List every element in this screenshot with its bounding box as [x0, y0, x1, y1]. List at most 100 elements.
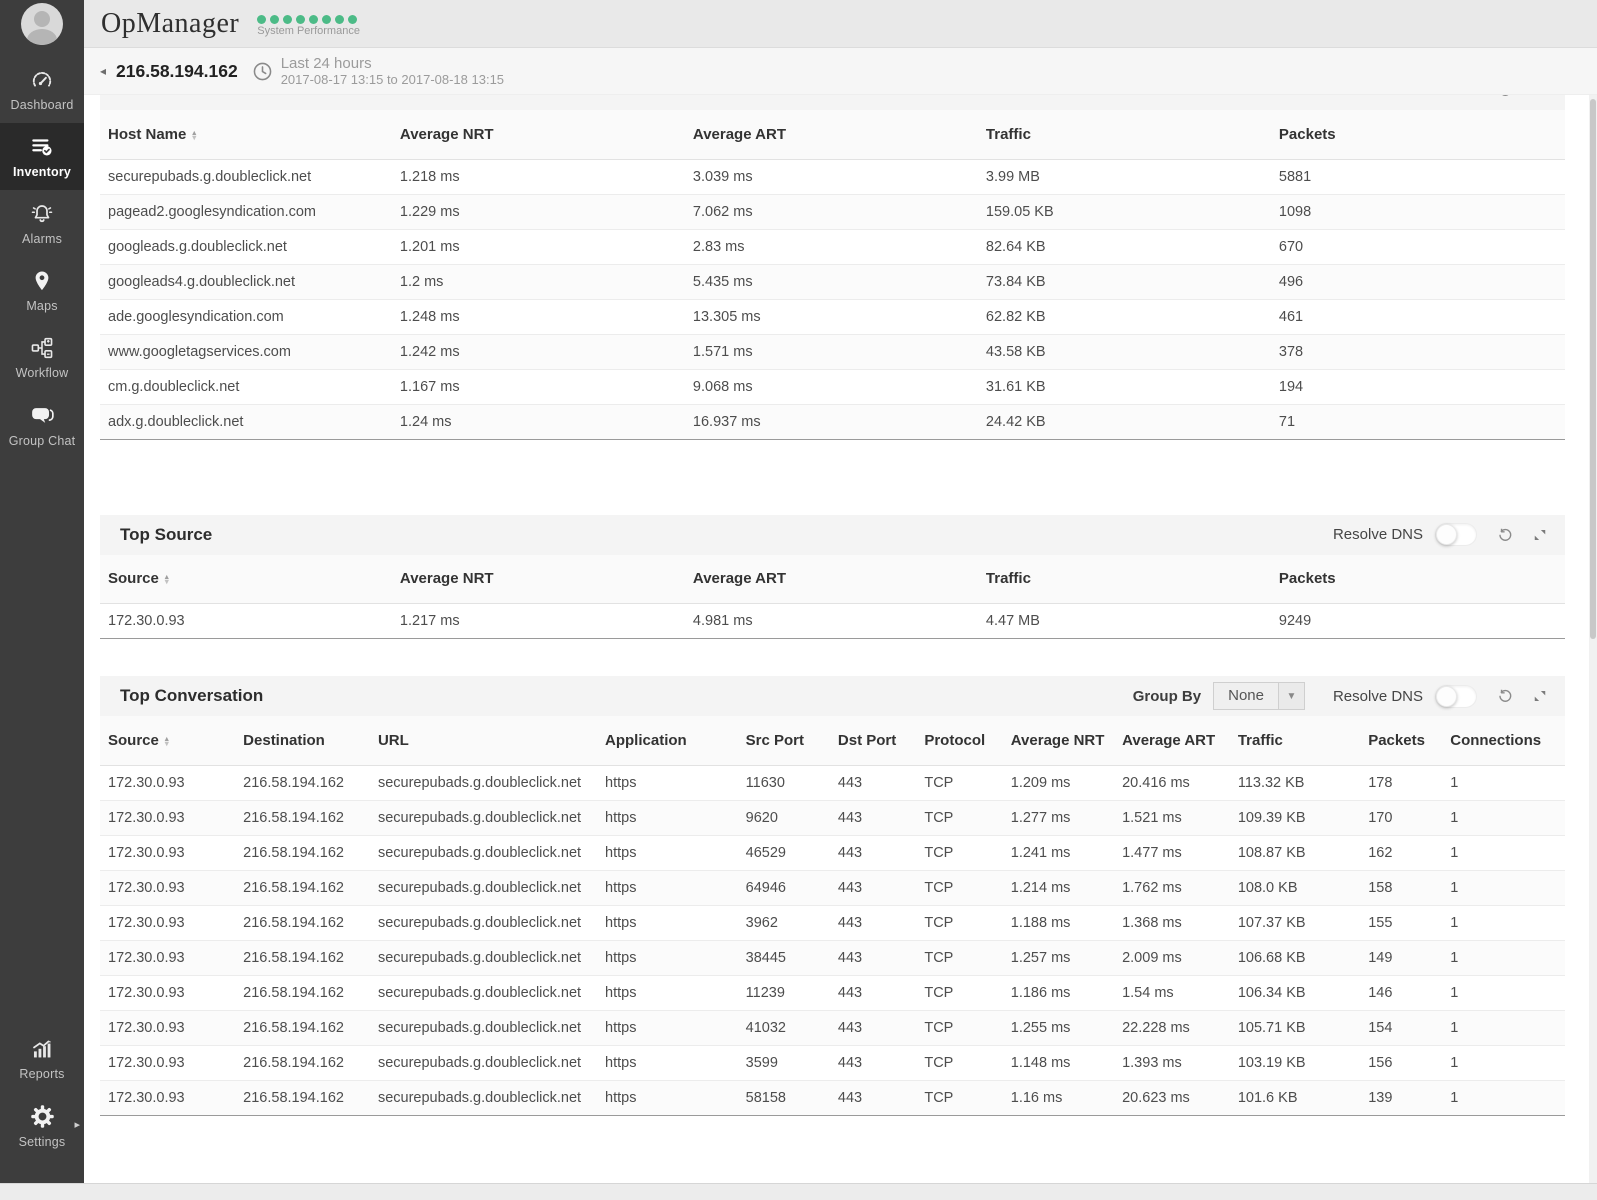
refresh-icon[interactable]	[1497, 527, 1513, 543]
table-cell: securepubads.g.doubleclick.net	[374, 765, 601, 800]
clock-icon[interactable]	[252, 61, 273, 82]
horizontal-scrollbar[interactable]	[0, 1183, 1597, 1200]
table-row[interactable]: 172.30.0.93216.58.194.162securepubads.g.…	[100, 800, 1565, 835]
table-cell: 156	[1364, 1045, 1446, 1080]
sidebar-item-label: Maps	[26, 299, 57, 313]
table-cell: securepubads.g.doubleclick.net	[100, 159, 396, 194]
table-row[interactable]: 172.30.0.93216.58.194.162securepubads.g.…	[100, 870, 1565, 905]
table-row[interactable]: pagead2.googlesyndication.com1.229 ms7.0…	[100, 194, 1565, 229]
column-header[interactable]: Src Port	[742, 716, 834, 765]
back-arrow-icon[interactable]: ◂	[100, 64, 106, 78]
settings-gear-icon	[29, 1103, 56, 1130]
column-header[interactable]: Dst Port	[834, 716, 920, 765]
table-cell: 58158	[742, 1080, 834, 1115]
table-row[interactable]: 172.30.0.93216.58.194.162securepubads.g.…	[100, 975, 1565, 1010]
sidebar-item-label: Inventory	[13, 165, 71, 179]
column-header[interactable]: Source▴▾	[100, 555, 396, 604]
sidebar-item-maps[interactable]: Maps	[0, 257, 84, 324]
table-cell: 1	[1446, 835, 1565, 870]
expand-icon[interactable]	[1533, 689, 1547, 703]
table-cell: 1.217 ms	[396, 604, 689, 639]
column-header[interactable]: Traffic	[1234, 716, 1364, 765]
table-cell: 1.209 ms	[1007, 765, 1118, 800]
table-row[interactable]: cm.g.doubleclick.net1.167 ms9.068 ms31.6…	[100, 369, 1565, 404]
table-row[interactable]: 172.30.0.93216.58.194.162securepubads.g.…	[100, 1080, 1565, 1115]
sidebar-expand-arrow-icon[interactable]: ▸	[74, 1118, 80, 1131]
table-row[interactable]: 172.30.0.93216.58.194.162securepubads.g.…	[100, 1010, 1565, 1045]
status-dot-icon	[322, 15, 331, 24]
table-cell: 1.241 ms	[1007, 835, 1118, 870]
table-row[interactable]: ade.googlesyndication.com1.248 ms13.305 …	[100, 299, 1565, 334]
table-row[interactable]: 172.30.0.931.217 ms4.981 ms4.47 MB9249	[100, 604, 1565, 639]
table-cell: TCP	[920, 800, 1006, 835]
table-cell: TCP	[920, 940, 1006, 975]
sidebar-item-alarms[interactable]: Alarms	[0, 190, 84, 257]
column-header[interactable]: Average NRT	[396, 110, 689, 159]
table-row[interactable]: adx.g.doubleclick.net1.24 ms16.937 ms24.…	[100, 404, 1565, 439]
table-cell: 216.58.194.162	[239, 905, 374, 940]
table-cell: 5881	[1275, 159, 1565, 194]
status-dot-icon	[283, 15, 292, 24]
sort-arrows-icon: ▴▾	[192, 130, 196, 140]
resolve-dns-toggle[interactable]	[1435, 523, 1477, 546]
table-cell: googleads4.g.doubleclick.net	[100, 264, 396, 299]
table-row[interactable]: googleads.g.doubleclick.net1.201 ms2.83 …	[100, 229, 1565, 264]
column-header[interactable]: Traffic	[982, 110, 1275, 159]
table-row[interactable]: 172.30.0.93216.58.194.162securepubads.g.…	[100, 940, 1565, 975]
column-header[interactable]: Average ART	[1118, 716, 1234, 765]
table-cell: adx.g.doubleclick.net	[100, 404, 396, 439]
time-range-label[interactable]: Last 24 hours	[281, 55, 504, 72]
column-header[interactable]: Average NRT	[396, 555, 689, 604]
column-header[interactable]: Application	[601, 716, 742, 765]
table-cell: 38445	[742, 940, 834, 975]
column-header[interactable]: Host Name▴▾	[100, 110, 396, 159]
refresh-icon[interactable]	[1497, 688, 1513, 704]
table-cell: 71	[1275, 404, 1565, 439]
table-cell: 172.30.0.93	[100, 800, 239, 835]
column-header[interactable]: Packets	[1275, 110, 1565, 159]
vertical-scrollbar[interactable]	[1589, 95, 1597, 1183]
column-header[interactable]: Average NRT	[1007, 716, 1118, 765]
user-avatar[interactable]	[21, 3, 63, 45]
table-row[interactable]: securepubads.g.doubleclick.net1.218 ms3.…	[100, 159, 1565, 194]
column-header[interactable]: Average ART	[689, 555, 982, 604]
table-cell: 24.42 KB	[982, 404, 1275, 439]
resolve-dns-toggle[interactable]	[1435, 685, 1477, 708]
table-cell: 149	[1364, 940, 1446, 975]
table-row[interactable]: 172.30.0.93216.58.194.162securepubads.g.…	[100, 765, 1565, 800]
table-cell: 101.6 KB	[1234, 1080, 1364, 1115]
sidebar-item-workflow[interactable]: Workflow	[0, 324, 84, 391]
sidebar-item-settings[interactable]: Settings▸	[0, 1092, 84, 1159]
table-cell: 172.30.0.93	[100, 604, 396, 639]
column-header[interactable]: Average ART	[689, 110, 982, 159]
scrollbar-thumb[interactable]	[1590, 99, 1596, 639]
column-header[interactable]: Source▴▾	[100, 716, 239, 765]
sidebar-item-dashboard[interactable]: Dashboard	[0, 56, 84, 123]
column-header[interactable]: URL	[374, 716, 601, 765]
table-row[interactable]: 172.30.0.93216.58.194.162securepubads.g.…	[100, 1045, 1565, 1080]
table-row[interactable]: 172.30.0.93216.58.194.162securepubads.g.…	[100, 835, 1565, 870]
sidebar-item-group-chat[interactable]: Group Chat	[0, 391, 84, 458]
table-cell: 106.34 KB	[1234, 975, 1364, 1010]
column-header[interactable]: Destination	[239, 716, 374, 765]
table-cell: 1.277 ms	[1007, 800, 1118, 835]
table-cell: 113.32 KB	[1234, 765, 1364, 800]
table-cell: 105.71 KB	[1234, 1010, 1364, 1045]
table-cell: securepubads.g.doubleclick.net	[374, 1045, 601, 1080]
sidebar-item-inventory[interactable]: Inventory	[0, 123, 84, 190]
sidebar-item-reports[interactable]: Reports	[0, 1025, 84, 1092]
top-source-table: Source▴▾Average NRTAverage ARTTrafficPac…	[100, 555, 1565, 640]
expand-icon[interactable]	[1533, 528, 1547, 542]
table-cell: https	[601, 835, 742, 870]
chevron-down-icon: ▼	[1278, 683, 1304, 709]
column-header[interactable]: Packets	[1275, 555, 1565, 604]
group-by-select[interactable]: None ▼	[1213, 682, 1305, 710]
column-header[interactable]: Protocol	[920, 716, 1006, 765]
column-header[interactable]: Traffic	[982, 555, 1275, 604]
table-row[interactable]: 172.30.0.93216.58.194.162securepubads.g.…	[100, 905, 1565, 940]
column-header[interactable]: Connections	[1446, 716, 1565, 765]
table-row[interactable]: www.googletagservices.com1.242 ms1.571 m…	[100, 334, 1565, 369]
column-header[interactable]: Packets	[1364, 716, 1446, 765]
table-cell: 443	[834, 1045, 920, 1080]
table-row[interactable]: googleads4.g.doubleclick.net1.2 ms5.435 …	[100, 264, 1565, 299]
